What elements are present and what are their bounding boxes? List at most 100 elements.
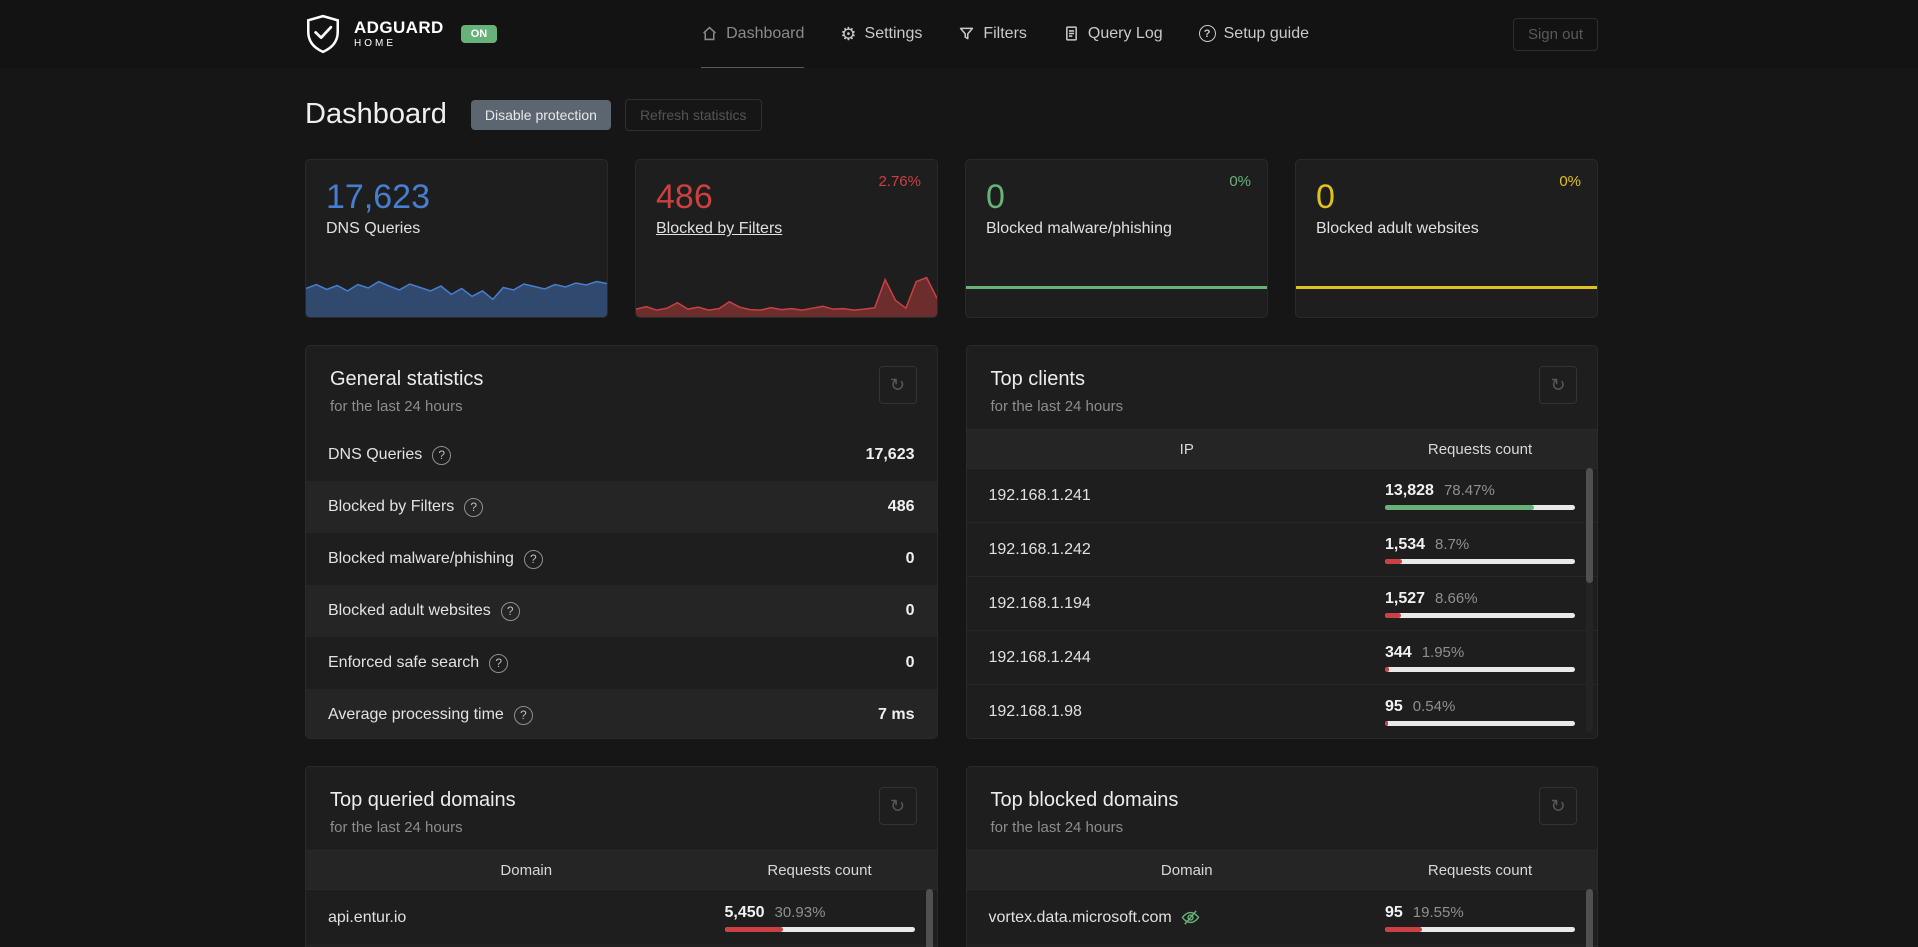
help-icon[interactable]: ? xyxy=(432,445,452,465)
refresh-icon: ↻ xyxy=(889,795,906,816)
nav-item-setup-guide[interactable]: ? Setup guide xyxy=(1198,0,1310,68)
general-statistics-table: DNS Queries? 17,623 Blocked by Filters? … xyxy=(306,429,937,738)
scrollbar-thumb[interactable] xyxy=(925,889,933,947)
nav-label: Setup guide xyxy=(1223,24,1310,42)
eye-off-icon xyxy=(1181,910,1200,925)
client-percent: 78.47% xyxy=(1443,481,1495,499)
client-ip[interactable]: 192.168.1.241 xyxy=(989,487,1386,505)
client-count: 13,828 xyxy=(1385,481,1434,499)
table-row: 192.168.1.241 13,828 78.47% xyxy=(966,469,1597,523)
sign-out-button[interactable]: Sign out xyxy=(1512,17,1598,51)
column-domain: Domain xyxy=(500,861,553,879)
table-row: 192.168.1.244 344 1.95% xyxy=(966,631,1597,685)
stat-label: Blocked by Filters xyxy=(328,498,455,515)
client-ip[interactable]: 192.168.1.194 xyxy=(989,595,1386,613)
scrollbar-thumb[interactable] xyxy=(1586,889,1593,947)
nav-item-settings[interactable]: ⚙ Settings xyxy=(840,0,922,68)
client-ip[interactable]: 192.168.1.242 xyxy=(989,541,1386,559)
card-title: Top queried domains xyxy=(330,789,516,811)
progress-bar xyxy=(1385,612,1575,618)
stat-label: Blocked adult websites xyxy=(328,602,491,619)
help-icon[interactable]: ? xyxy=(489,653,509,673)
table-row: vortex.data.microsoft.com 95 19.55% xyxy=(966,890,1597,946)
help-icon[interactable]: ? xyxy=(523,549,543,569)
progress-bar xyxy=(724,926,915,932)
table-row: DNS Queries? 17,623 xyxy=(306,429,937,481)
nav-item-filters[interactable]: Filters xyxy=(958,0,1027,68)
help-icon[interactable]: ? xyxy=(464,497,484,517)
nav-label: Settings xyxy=(864,24,923,42)
blocked-adult-value: 0 xyxy=(1316,178,1335,216)
stat-value: 17,623 xyxy=(865,446,915,463)
table-header: Domain Requests count xyxy=(306,850,937,890)
blocked-adult-percent: 0% xyxy=(1559,173,1581,190)
blocked-malware-label: Blocked malware/phishing xyxy=(986,220,1172,238)
stat-value: 0 xyxy=(905,550,915,567)
client-ip[interactable]: 192.168.1.244 xyxy=(989,649,1386,667)
scrollbar-thumb[interactable] xyxy=(1586,468,1593,583)
progress-bar xyxy=(1385,504,1575,510)
domain-text: api.entur.io xyxy=(328,908,407,926)
brand-logo[interactable]: ADGUARD HOME ON xyxy=(305,14,498,54)
blocked-domain[interactable]: vortex.data.microsoft.com xyxy=(989,909,1386,927)
card-subtitle: for the last 24 hours xyxy=(990,398,1124,415)
refresh-icon: ↻ xyxy=(1550,795,1566,816)
general-statistics-card: General statistics for the last 24 hours… xyxy=(305,345,938,739)
progress-bar xyxy=(1385,926,1575,932)
refresh-statistics-button[interactable]: Refresh statistics xyxy=(624,98,762,131)
table-header: IP Requests count xyxy=(966,429,1597,469)
protection-status-badge: ON xyxy=(460,25,498,43)
brand-sub: HOME xyxy=(354,38,396,49)
nav-label: Filters xyxy=(983,24,1027,42)
blocked-filters-percent: 2.76% xyxy=(878,173,921,190)
stat-value: 0 xyxy=(905,654,915,671)
client-ip[interactable]: 192.168.1.98 xyxy=(989,703,1386,721)
queried-domain[interactable]: api.entur.io xyxy=(328,909,725,927)
dns-queries-value: 17,623 xyxy=(326,178,430,216)
top-queried-domains-card: Top queried domains for the last 24 hour… xyxy=(305,766,938,947)
progress-bar xyxy=(1385,666,1575,672)
help-icon[interactable]: ? xyxy=(513,705,533,725)
refresh-card-button[interactable]: ↻ xyxy=(1539,366,1577,404)
domain-percent: 19.55% xyxy=(1412,903,1464,921)
page-head: Dashboard Disable protection Refresh sta… xyxy=(305,98,1598,131)
nav-item-dashboard[interactable]: Dashboard xyxy=(701,0,805,68)
blocked-filters-sparkline xyxy=(636,259,937,317)
top-blocked-table: vortex.data.microsoft.com 95 19.55% xyxy=(966,890,1597,946)
nav-item-query-log[interactable]: Query Log xyxy=(1063,0,1163,68)
page-title: Dashboard xyxy=(305,98,447,130)
dns-queries-label: DNS Queries xyxy=(326,220,421,238)
blocked-adult-label: Blocked adult websites xyxy=(1316,220,1479,238)
table-row: Blocked adult websites? 0 xyxy=(306,585,937,637)
progress-bar xyxy=(1385,720,1575,726)
disable-protection-button[interactable]: Disable protection xyxy=(470,99,611,130)
card-subtitle: for the last 24 hours xyxy=(330,398,463,415)
table-row: Blocked malware/phishing? 0 xyxy=(306,533,937,585)
domain-percent: 30.93% xyxy=(774,903,826,921)
dns-queries-sparkline xyxy=(306,259,607,317)
stat-card-blocked-malware: 0% 0 Blocked malware/phishing xyxy=(965,159,1268,318)
blocked-malware-value: 0 xyxy=(986,178,1005,216)
help-icon[interactable]: ? xyxy=(500,601,520,621)
stat-label: Average processing time xyxy=(328,706,504,723)
blocked-filters-link[interactable]: Blocked by Filters xyxy=(656,220,782,238)
table-header: Domain Requests count xyxy=(966,850,1597,890)
nav-label: Dashboard xyxy=(726,24,805,42)
client-count: 95 xyxy=(1385,697,1403,715)
column-requests-count: Requests count xyxy=(1427,440,1533,458)
brand-name: ADGUARD xyxy=(354,18,444,37)
column-ip: IP xyxy=(1179,440,1194,458)
refresh-icon: ↻ xyxy=(889,374,906,395)
refresh-card-button[interactable]: ↻ xyxy=(1539,787,1577,825)
progress-bar xyxy=(1385,558,1575,564)
stat-label: DNS Queries xyxy=(328,446,423,463)
blocked-malware-percent: 0% xyxy=(1229,173,1251,190)
stat-card-blocked-filters: 2.76% 486 Blocked by Filters xyxy=(635,159,938,318)
refresh-card-button[interactable]: ↻ xyxy=(878,787,917,825)
blocked-adult-flatline xyxy=(1296,286,1597,289)
refresh-icon: ↻ xyxy=(1550,374,1566,395)
refresh-card-button[interactable]: ↻ xyxy=(878,366,917,404)
stat-label: Enforced safe search xyxy=(328,654,480,671)
client-percent: 0.54% xyxy=(1412,697,1456,715)
domain-count: 95 xyxy=(1385,903,1403,921)
